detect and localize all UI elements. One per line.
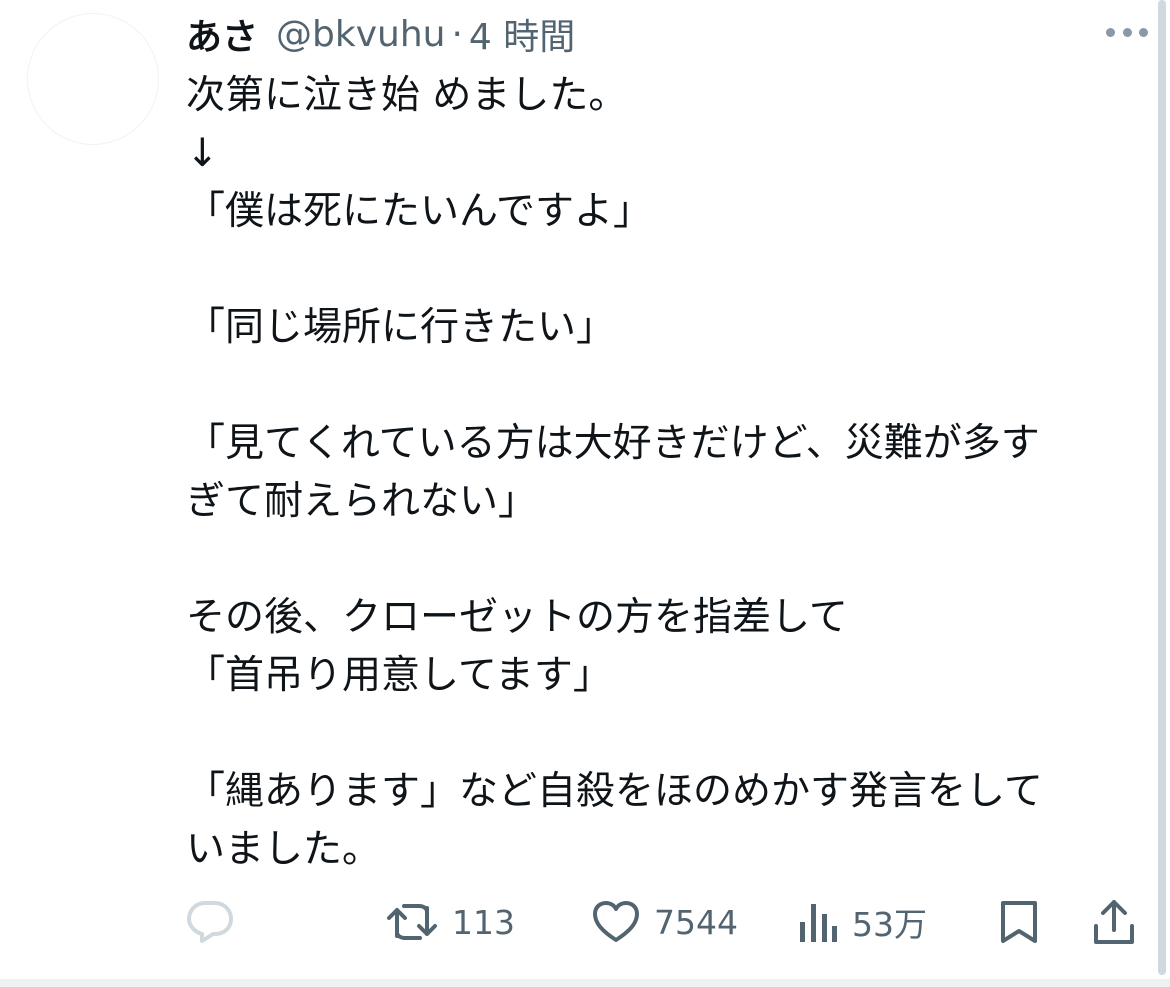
author-handle[interactable]: @bkvuhu <box>276 14 445 55</box>
action-bar: 113 7544 53万 <box>0 890 1170 954</box>
retweet-count: 113 <box>452 902 515 942</box>
bookmark-icon <box>1001 901 1037 943</box>
tweet-text-line <box>186 705 1136 763</box>
tweet-text: 次第に泣き始 めました。 ↓ 「僕は死にたいんですよ」 「同じ場所に行きたい」 … <box>186 67 1136 879</box>
header-separator: · <box>451 13 463 55</box>
more-dot <box>1122 27 1132 37</box>
more-dot <box>1139 27 1148 37</box>
more-dot <box>1106 27 1115 37</box>
tweet: あさ @bkvuhu · 4 時間 次第に泣き始 めました。 ↓ 「僕は死にたい… <box>0 0 1170 987</box>
like-count: 7544 <box>654 902 738 942</box>
retweet-button[interactable]: 113 <box>386 890 515 954</box>
tweet-text-line: いました。 <box>186 827 382 872</box>
tweet-text-line: 「見てくれている方は大好きだけど、災難が多す <box>186 421 1040 466</box>
tweet-text-line <box>186 357 1136 415</box>
tweet-text-line: 「首吊り用意してます」 <box>186 653 612 698</box>
views-icon <box>800 904 837 942</box>
share-button[interactable] <box>1093 890 1135 954</box>
tweet-text-line <box>186 531 1136 589</box>
post-timestamp[interactable]: 4 時間 <box>469 8 575 60</box>
bookmark-button[interactable] <box>998 890 1040 954</box>
tweet-text-line: ぎて耐えられない」 <box>186 479 538 524</box>
tweet-text-line: 「僕は死にたいんですよ」 <box>186 189 653 234</box>
share-icon <box>1094 900 1134 944</box>
author-display-name[interactable]: あさ <box>186 8 258 60</box>
tweet-text-line: その後、クローゼットの方を指差して <box>186 595 848 640</box>
views-button[interactable]: 53万 <box>798 890 927 954</box>
views-count: 53万 <box>852 905 927 944</box>
tweet-text-line: ↓ <box>186 131 219 176</box>
divider <box>0 979 1170 987</box>
reply-button[interactable] <box>186 890 234 954</box>
heart-icon <box>593 901 639 942</box>
tweet-text-line <box>186 241 1136 299</box>
tweet-text-line: 次第に泣き始 めました。 <box>186 73 628 118</box>
like-button[interactable]: 7544 <box>592 890 738 954</box>
tweet-text-line: 「縄あります」など自殺をほのめかす発言をして <box>186 769 1043 814</box>
retweet-icon <box>387 904 437 940</box>
more-options-icon[interactable] <box>1106 26 1148 38</box>
reply-icon <box>187 901 233 943</box>
tweet-header: あさ @bkvuhu · 4 時間 <box>186 8 575 60</box>
scrollbar[interactable] <box>1158 0 1166 975</box>
avatar[interactable] <box>27 13 159 145</box>
tweet-text-line: 「同じ場所に行きたい」 <box>186 305 616 350</box>
